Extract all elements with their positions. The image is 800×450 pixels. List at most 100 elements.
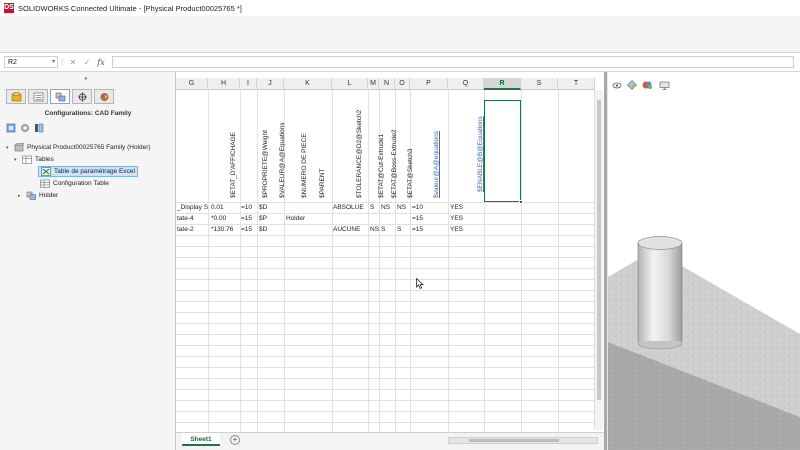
grid-body[interactable]: $ETAT_D'AFFICHAGE $PROPRIETE@Weight $VAL… [176,90,604,432]
header-cell-K[interactable]: $PARENT [319,169,326,199]
cell-O5[interactable]: S [397,225,401,235]
grid-line [257,90,258,432]
column-header-N[interactable]: N [379,78,395,90]
sheet-tab-sheet1[interactable]: Sheet1 [182,433,220,446]
header-cell-N[interactable]: $ETAT@Boss-Extrude2 [391,130,398,199]
formula-input[interactable] [112,56,794,68]
column-header-M[interactable]: M [368,78,379,90]
cell-Q4[interactable]: YES [450,214,463,224]
scrollbar-thumb[interactable] [469,439,559,442]
cell-Q3[interactable]: YES [450,203,463,213]
formula-bar: R2 ▾ ⋮ ✕ ✓ fx [0,53,800,72]
cell-N5[interactable]: S [381,225,385,235]
column-header-H[interactable]: H [208,78,240,90]
cell-J3[interactable]: $D [259,203,267,213]
header-cell-P[interactable]: $valeur@A@equations [433,131,440,198]
expand-toggle-icon[interactable]: ▸ [18,193,26,199]
part-icon [14,143,24,152]
header-cell-I[interactable]: $VALEUR@A@Equations [279,122,286,198]
tree-item-tables[interactable]: ▾ Tables [14,154,54,165]
cell-L5[interactable]: AUCUNE [333,225,360,235]
3d-model-render[interactable] [608,72,800,450]
graphics-viewport[interactable] [608,72,800,450]
panel-collapse-handle[interactable]: ● [84,76,88,82]
header-cell-G[interactable]: $ETAT_D'AFFICHAGE [230,132,237,198]
expand-toggle-icon[interactable]: ▾ [6,145,14,151]
cell-G3[interactable]: _Display State 1 [177,203,208,213]
add-sheet-icon[interactable]: + [230,435,240,445]
header-cell-H[interactable]: $PROPRIETE@Weight [262,130,269,198]
header-cell-L[interactable]: $TOLERANCE@D2@Sketch2 [356,110,363,198]
configuration-settings-icon[interactable] [20,123,30,133]
column-header-I[interactable]: I [240,78,257,90]
horizontal-scrollbar[interactable] [448,437,598,444]
vertical-scrollbar[interactable] [594,90,603,430]
tab-property-manager[interactable] [28,89,48,104]
solidworks-logo-icon: DS [4,3,14,13]
tab-display-manager[interactable] [94,89,114,104]
cell-H5[interactable]: *130.76 [211,225,233,235]
tree-item-label: Physical Product00025765 Family (Holder) [27,144,151,151]
tree-item-excel-design-table[interactable]: Table de paramétrage Excel [38,166,138,177]
enter-icon[interactable]: ✓ [80,58,94,67]
title-bar: DS SOLIDWORKS Connected Ultimate - [Phys… [0,0,800,16]
column-header-G[interactable]: G [176,78,208,90]
configuration-icon [26,191,36,200]
cell-P3[interactable]: =10 [412,203,423,213]
cell-I3[interactable]: =10 [241,203,252,213]
cell-O3[interactable]: NS [397,203,406,213]
header-cell-Q[interactable]: $ENABLE@B@Equations [477,116,484,192]
grid-line [176,235,604,236]
cell-L3[interactable]: ABSOLUE [333,203,364,213]
grid-line [558,90,559,432]
cell-I4[interactable]: =15 [241,214,252,224]
column-header-O[interactable]: O [395,78,410,90]
tree-filter-icon[interactable] [34,123,44,133]
tree-item-holder[interactable]: ▸ Holder [18,190,58,201]
header-cell-J[interactable]: $NUMERO DE PIECE [301,133,308,198]
excel-design-table-icon [41,167,51,176]
tab-configuration-manager[interactable] [50,89,70,104]
fill-handle[interactable] [519,200,523,204]
cell-N3[interactable]: NS [381,203,390,213]
column-header-K[interactable]: K [284,78,332,90]
tree-item-root[interactable]: ▾ Physical Product00025765 Family (Holde… [6,142,151,153]
cell-H4[interactable]: *0.00 [211,214,226,224]
name-box[interactable]: R2 ▾ [4,56,58,68]
scrollbar-thumb[interactable] [597,100,601,400]
show-configurations-icon[interactable] [6,123,16,133]
column-header-L[interactable]: L [332,78,368,90]
cell-J4[interactable]: $P [259,214,267,224]
cell-H3[interactable]: 0.01 [211,203,224,213]
column-header-S[interactable]: S [521,78,558,90]
cell-M5[interactable]: NS [370,225,379,235]
column-header-T[interactable]: T [558,78,595,90]
tree-item-label: Configuration Table [53,180,109,187]
column-header-J[interactable]: J [257,78,284,90]
expand-toggle-icon[interactable]: ▾ [14,157,22,163]
cell-M3[interactable]: S [370,203,374,213]
manager-tabs [6,89,114,105]
tab-dimxpert[interactable] [72,89,92,104]
grid-line [176,246,604,247]
column-header-P[interactable]: P [410,78,448,90]
panel-toolbar [6,123,44,133]
header-cell-O[interactable]: $ETAT@Sketch3 [407,149,414,198]
cell-G5[interactable]: tate-2 [177,225,208,235]
fx-icon[interactable]: fx [94,58,108,67]
column-header-R[interactable]: R [484,78,521,90]
cell-I5[interactable]: =15 [241,225,252,235]
cell-P5[interactable]: =15 [412,225,423,235]
cell-G4[interactable]: tate-4 [177,214,208,224]
header-cell-M[interactable]: $ETAT@Cut-Extrude1 [378,134,385,198]
cell-K4[interactable]: Holder [286,214,305,224]
cell-Q5[interactable]: YES [450,225,463,235]
column-header-Q[interactable]: Q [448,78,484,90]
cancel-icon[interactable]: ✕ [66,58,80,67]
cell-P4[interactable]: =15 [412,214,423,224]
tab-feature-manager[interactable] [6,89,26,104]
cell-J5[interactable]: $D [259,225,267,235]
tree-item-configuration-table[interactable]: Configuration Table [40,178,109,189]
selected-cell-R2[interactable] [484,100,523,204]
chevron-down-icon[interactable]: ▾ [52,57,55,68]
